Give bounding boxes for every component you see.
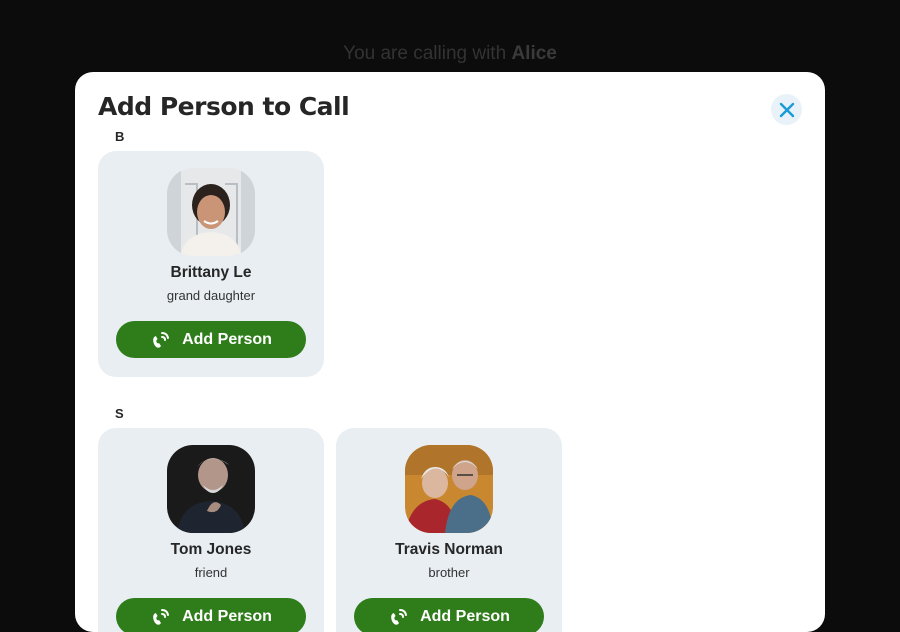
avatar xyxy=(167,445,255,533)
calling-status: You are calling with Alice xyxy=(0,43,900,65)
contact-name: Brittany Le xyxy=(170,264,252,281)
section-letter-s: S xyxy=(115,406,124,421)
contact-card-brittany-le: Brittany Le grand daughter Add Person xyxy=(98,151,324,377)
contact-name: Travis Norman xyxy=(395,541,503,558)
calling-status-prefix: You are calling with xyxy=(343,43,507,64)
close-icon xyxy=(779,102,794,117)
add-person-modal: Add Person to Call B Brittany Le grand d… xyxy=(75,72,825,632)
add-person-label: Add Person xyxy=(182,330,272,348)
add-person-button[interactable]: Add Person xyxy=(354,598,544,632)
contact-relation: grand daughter xyxy=(166,288,256,303)
close-button[interactable] xyxy=(771,94,802,125)
add-person-label: Add Person xyxy=(182,607,272,625)
contact-relation: brother xyxy=(428,565,470,580)
contact-card-tom-jones: Tom Jones friend Add Person xyxy=(98,428,324,632)
avatar xyxy=(167,168,255,256)
contact-name: Tom Jones xyxy=(170,541,252,558)
phone-icon xyxy=(150,329,172,351)
contact-card-travis-norman: Travis Norman brother Add Person xyxy=(336,428,562,632)
phone-icon xyxy=(150,606,172,628)
modal-title: Add Person to Call xyxy=(98,92,350,121)
add-person-label: Add Person xyxy=(420,607,510,625)
add-person-button[interactable]: Add Person xyxy=(116,598,306,632)
section-letter-b: B xyxy=(115,129,125,144)
avatar xyxy=(405,445,493,533)
phone-icon xyxy=(388,606,410,628)
calling-status-name: Alice xyxy=(511,43,557,64)
contact-relation: friend xyxy=(194,565,228,580)
add-person-button[interactable]: Add Person xyxy=(116,321,306,358)
